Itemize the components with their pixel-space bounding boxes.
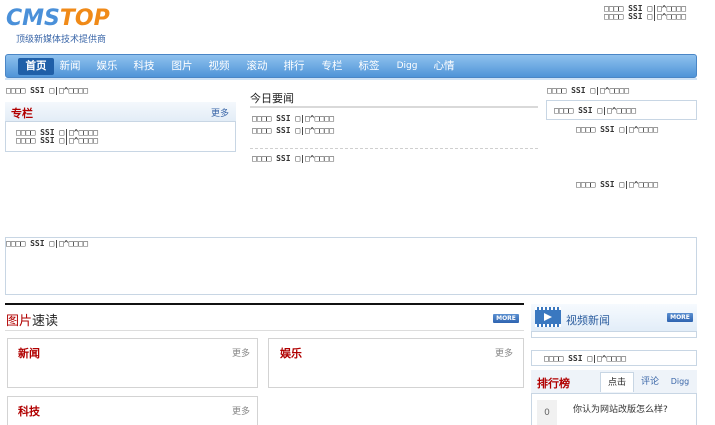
columns-more-link[interactable]: 更多 xyxy=(211,106,229,119)
film-icon xyxy=(535,307,561,327)
columns-panel-title: 专栏 xyxy=(11,107,33,120)
entertainment-section-box: 娱乐 更多 xyxy=(268,338,524,388)
tech-section-title: 科技 xyxy=(18,405,40,418)
rank-number: 0 xyxy=(537,400,557,425)
main-nav: 首页 新闻 娱乐 科技 图片 视频 滚动 排行 专栏 标签 Digg 心情 xyxy=(5,54,697,78)
ssi-error-right-3: □□□□ SSI □|□^□□□□ xyxy=(576,125,658,134)
columns-panel-header: 专栏 更多 xyxy=(5,102,236,122)
logo-wordmark: CMSTOP xyxy=(6,6,110,31)
today-news-dashed-divider xyxy=(250,148,538,149)
nav-item-columns[interactable]: 专栏 xyxy=(320,55,344,77)
ssi-error-today-2: □□□□ SSI □|□^□□□□ xyxy=(252,126,334,135)
site-logo[interactable]: CMSTOP 顶级新媒体技术提供商 xyxy=(6,6,118,46)
ssi-error-columns-2: □□□□ SSI □|□^□□□□ xyxy=(16,136,98,145)
tech-section-box: 科技 更多 xyxy=(7,396,258,425)
photo-section-topbar xyxy=(5,303,524,305)
news-section-box: 新闻 更多 xyxy=(7,338,258,388)
nav-item-photos[interactable]: 图片 xyxy=(170,55,194,77)
nav-item-news[interactable]: 新闻 xyxy=(58,55,82,77)
ssi-error-right-1: □□□□ SSI □|□^□□□□ xyxy=(547,86,629,95)
photo-more-button[interactable]: MORE xyxy=(493,314,519,323)
tech-more-link[interactable]: 更多 xyxy=(232,404,250,417)
nav-item-mood[interactable]: 心情 xyxy=(432,55,456,77)
nav-item-home[interactable]: 首页 xyxy=(18,58,54,75)
nav-item-tech[interactable]: 科技 xyxy=(132,55,156,77)
nav-item-entertainment[interactable]: 娱乐 xyxy=(95,55,119,77)
nav-item-video[interactable]: 视频 xyxy=(207,55,231,77)
today-news-divider xyxy=(250,106,538,108)
entertainment-section-title: 娱乐 xyxy=(280,347,302,360)
ranking-title: 排行榜 xyxy=(537,377,570,390)
rank-item-link[interactable]: 你认为网站改版怎么样? xyxy=(573,402,668,415)
ssi-error-left: □□□□ SSI □|□^□□□□ xyxy=(6,86,88,95)
ssi-error-video: □□□□ SSI □|□^□□□□ xyxy=(544,354,626,363)
ssi-error-right-2: □□□□ SSI □|□^□□□□ xyxy=(554,106,636,115)
logo-tagline: 顶级新媒体技术提供商 xyxy=(16,35,107,45)
video-news-title: 视频新闻 xyxy=(566,314,610,327)
photo-section-divider xyxy=(5,330,524,331)
news-more-link[interactable]: 更多 xyxy=(232,346,250,359)
tab-clicks[interactable]: 点击 xyxy=(600,372,634,392)
ssi-error-today-3: □□□□ SSI □|□^□□□□ xyxy=(252,154,334,163)
news-section-title: 新闻 xyxy=(18,347,40,360)
entertainment-more-link[interactable]: 更多 xyxy=(495,346,513,359)
video-more-button[interactable]: MORE xyxy=(667,313,693,322)
tab-comments[interactable]: 评论 xyxy=(636,372,664,392)
photo-section-title: 图片速读 xyxy=(6,314,59,329)
nav-item-tags[interactable]: 标签 xyxy=(357,55,381,77)
ssi-error-right-4: □□□□ SSI □|□^□□□□ xyxy=(576,180,658,189)
ssi-error-top-2: □□□□ SSI □|□^□□□□ xyxy=(604,12,686,21)
ssi-error-wide: □□□□ SSI □|□^□□□□ xyxy=(6,239,88,248)
nav-item-digg[interactable]: Digg xyxy=(394,55,420,77)
today-news-title: 今日要闻 xyxy=(250,92,294,105)
tab-digg[interactable]: Digg xyxy=(665,372,695,392)
wide-ssi-box: □□□□ SSI □|□^□□□□ xyxy=(5,237,697,295)
nav-item-rolling[interactable]: 滚动 xyxy=(245,55,269,77)
ssi-error-today-1: □□□□ SSI □|□^□□□□ xyxy=(252,114,334,123)
nav-divider xyxy=(5,78,697,80)
nav-item-ranking[interactable]: 排行 xyxy=(282,55,306,77)
